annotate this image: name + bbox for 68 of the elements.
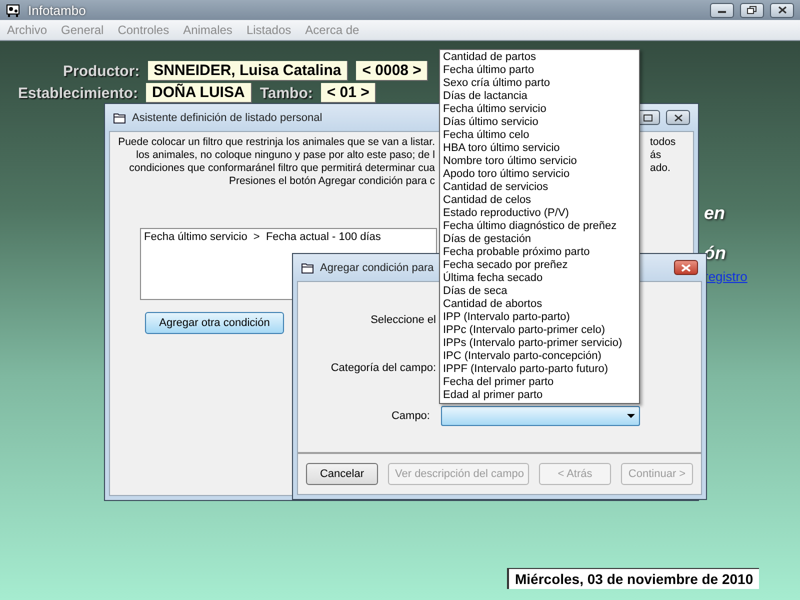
condition-item[interactable]: Fecha último servicio > Fecha actual - 100 días — [141, 229, 384, 245]
dialog-button[interactable]: Cancelar — [306, 463, 378, 485]
caret-icon — [627, 414, 635, 418]
dropdown-option[interactable]: IPPF (Intervalo parto-parto futuro) — [440, 363, 639, 376]
heading-text: en — [704, 203, 726, 224]
field-label: Seleccione el — [370, 313, 437, 328]
field-label: Categoría del campo: — [330, 361, 437, 376]
close-icon — [778, 6, 786, 14]
instruction-text: Puede colocar un filtro que restrinja los animales que se van a listar. — [118, 136, 435, 149]
dropdown-option[interactable]: IPP (Intervalo parto-parto) — [440, 311, 639, 324]
field-label: Tambo: — [260, 84, 313, 102]
field-value: DOÑA LUISA — [146, 83, 252, 103]
dropdown-option[interactable]: IPPs (Intervalo parto-primer servicio) — [440, 337, 639, 350]
field-value: SNNEIDER, Luisa Catalina — [148, 61, 348, 81]
dropdown-option[interactable]: Sexo cría último parto — [440, 77, 639, 90]
dropdown-option[interactable]: Cantidad de abortos — [440, 298, 639, 311]
dropdown-option[interactable]: Cantidad de servicios — [440, 181, 639, 194]
window-icon — [113, 112, 126, 124]
cow-icon — [6, 2, 22, 18]
dropdown-option[interactable]: Días de lactancia — [440, 90, 639, 103]
instruction-text: condiciones que conformaránel filtro que permitirá determinar cua — [129, 162, 435, 175]
close-button[interactable] — [674, 260, 698, 275]
window-title: Agregar condición para — [320, 262, 434, 274]
dropdown-option[interactable]: Edad al primer parto — [440, 389, 639, 402]
restore-icon — [747, 6, 757, 14]
dropdown-option[interactable]: Días de gestación — [440, 233, 639, 246]
field-label: Productor: — [63, 62, 140, 80]
field-dropdown[interactable] — [441, 406, 640, 426]
dropdown-option[interactable]: IPPc (Intervalo parto-primer celo) — [440, 324, 639, 337]
dropdown-option[interactable]: Cantidad de celos — [440, 194, 639, 207]
minimize-button[interactable] — [710, 2, 734, 18]
add-condition-button[interactable]: Agregar otra condición — [145, 312, 284, 334]
instruction-text: los animales, no coloque ninguno y pase por alto este paso; de l — [136, 149, 435, 162]
instruction-text: Presiones el botón Agregar condición para c — [228, 175, 435, 188]
maximize-icon — [643, 114, 653, 122]
heading-text: ón — [704, 243, 726, 264]
dropdown-option[interactable]: Cantidad de partos — [440, 51, 639, 64]
window-icon — [301, 262, 314, 274]
dropdown-option[interactable]: Días de seca — [440, 285, 639, 298]
field-label: Establecimiento: — [18, 84, 138, 102]
dropdown-option[interactable]: Fecha último parto — [440, 64, 639, 77]
dropdown-option[interactable]: Última fecha secado — [440, 272, 639, 285]
restore-button[interactable] — [740, 2, 764, 18]
close-button[interactable] — [666, 110, 690, 125]
field-value: < 01 > — [320, 83, 376, 103]
dropdown-option[interactable]: Nombre toro último servicio — [440, 155, 639, 168]
field-label: Campo: — [390, 409, 431, 424]
instruction-text: ado. — [650, 162, 670, 175]
dropdown-option[interactable]: HBA toro último servicio — [440, 142, 639, 155]
field-value: < 0008 > — [356, 61, 428, 81]
date-label: Miércoles, 03 de noviembre de 2010 — [507, 568, 760, 589]
dropdown-option[interactable]: Fecha del primer parto — [440, 376, 639, 389]
close-icon — [674, 114, 682, 122]
dropdown-option[interactable]: Fecha probable próximo parto — [440, 246, 639, 259]
window-title: Asistente definición de listado personal — [132, 112, 322, 124]
dropdown-option[interactable]: Fecha último servicio — [440, 103, 639, 116]
dropdown-option[interactable]: Días último servicio — [440, 116, 639, 129]
window-title: Infotambo — [28, 2, 86, 18]
dropdown-option[interactable]: Apodo toro último servicio — [440, 168, 639, 181]
instruction-text: ás — [650, 149, 662, 162]
close-icon — [681, 264, 691, 272]
dropdown-option[interactable]: Fecha último diagnóstico de preñez — [440, 220, 639, 233]
dropdown-option[interactable]: IPC (Intervalo parto-concepción) — [440, 350, 639, 363]
dropdown-option[interactable]: Estado reproductivo (P/V) — [440, 207, 639, 220]
dropdown-option[interactable]: Fecha último celo — [440, 129, 639, 142]
dropdown-option[interactable]: Fecha secado por preñez — [440, 259, 639, 272]
close-button[interactable] — [770, 2, 794, 18]
instruction-text: todos — [650, 136, 676, 149]
